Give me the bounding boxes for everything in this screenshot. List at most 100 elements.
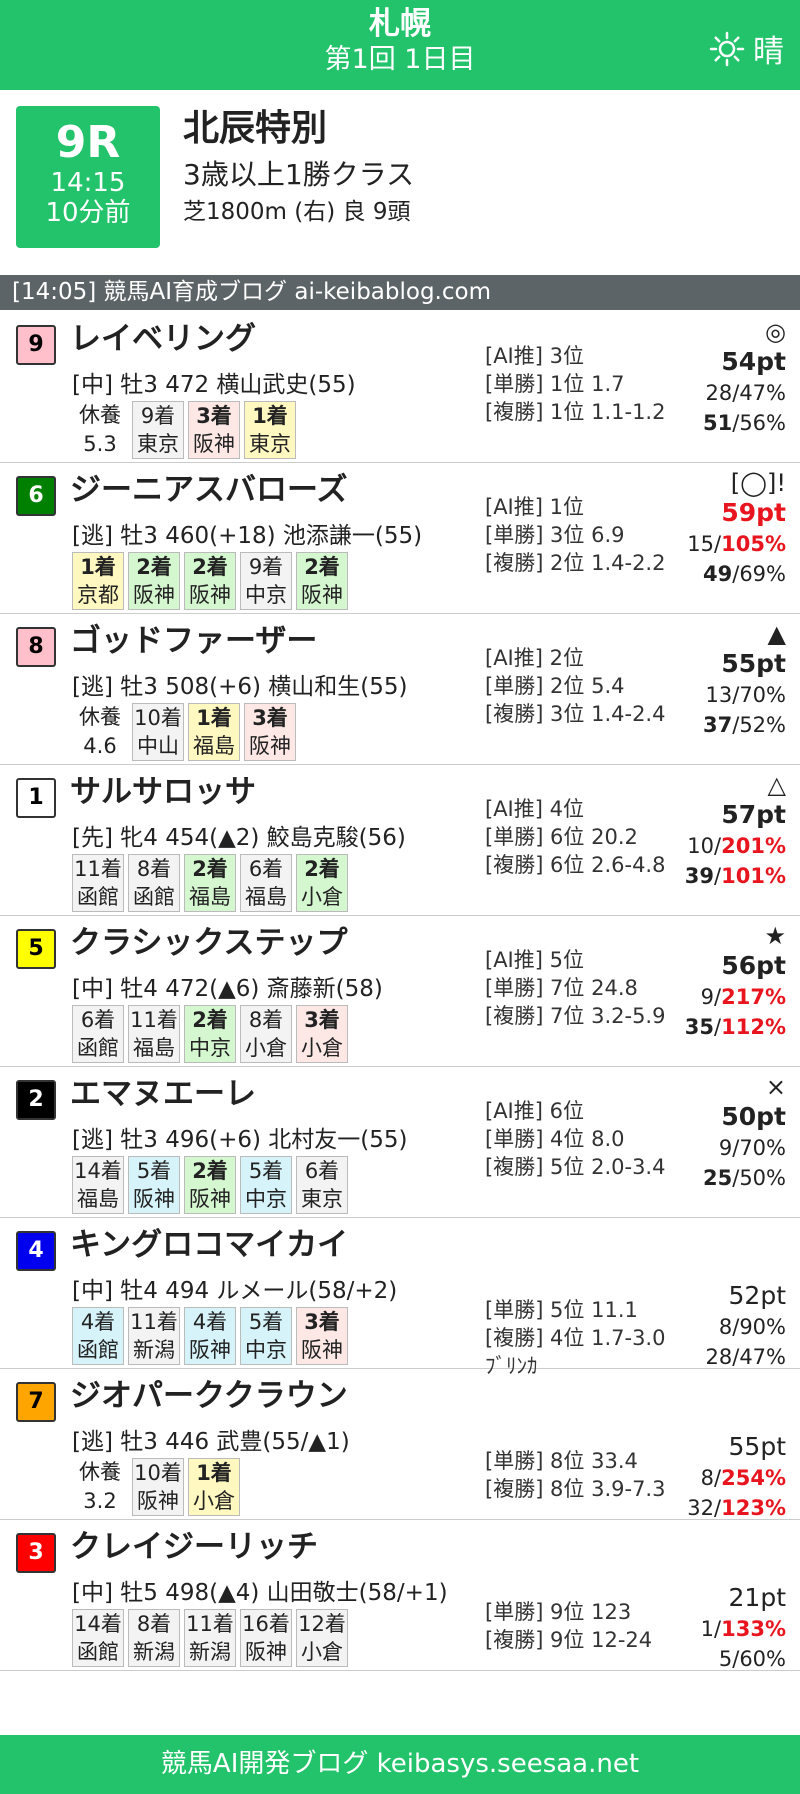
race-history: 11着 函館 8着 函館 2着 福島 6着 福島 2着 小倉	[72, 854, 348, 912]
history-track: 阪神	[189, 583, 231, 607]
prediction-mark	[701, 1554, 786, 1582]
horse-info: [逃] 牡3 508(+6) 横山和生(55)	[72, 674, 408, 700]
horse-row[interactable]: 3 クレイジーリッチ [中] 牡5 498(▲4) 山田敬士(58/+1) 14着 函館…	[0, 1520, 800, 1671]
win-rate: 28/47%	[705, 381, 787, 405]
odds-block: [単勝] 5位 11.1 [複勝] 4位 1.7-3.0 ﾌﾞﾘﾝｶ	[485, 1296, 665, 1380]
win-rate: 1/133%	[700, 1617, 786, 1641]
rest-text: 5.3	[83, 432, 117, 456]
horse-number-badge: 5	[16, 929, 56, 969]
prediction-mark: ★	[764, 922, 786, 950]
history-track: 小倉	[301, 1640, 343, 1664]
history-cell: 6着 函館	[72, 1005, 124, 1063]
history-track: 中京	[245, 1187, 287, 1211]
odds-line: [複勝] 6位 2.6-4.8	[485, 853, 666, 877]
horse-name[interactable]: サルサロッサ	[70, 771, 256, 813]
odds-line: [単勝] 3位 6.9	[485, 523, 625, 547]
horse-row[interactable]: 6 ジーニアスバローズ [逃] 牡3 460(+18) 池添謙一(55) 1着 京都 2着…	[0, 463, 800, 614]
horse-name[interactable]: キングロコマイカイ	[70, 1224, 348, 1266]
history-place: 3着	[196, 404, 232, 428]
score-points: 54pt	[721, 347, 786, 376]
horse-row[interactable]: 1 サルサロッサ [先] 牝4 454(▲2) 鮫島克駿(56) 11着 函館 8着 函館 2…	[0, 765, 800, 916]
horse-name[interactable]: エマヌエーレ	[70, 1073, 256, 1115]
odds-line: [AI推] 5位	[485, 948, 584, 972]
horse-name[interactable]: レイベリング	[70, 318, 256, 360]
odds-line: [単勝] 2位 5.4	[485, 674, 625, 698]
horse-info: [逃] 牡3 446 武豊(55/▲1)	[72, 1429, 350, 1455]
win-rate: 9/70%	[718, 1136, 786, 1160]
race-history: 14着 函館 8着 新潟 11着 新潟 16着 阪神 12着 小倉	[72, 1609, 348, 1667]
history-cell: 3着 阪神	[244, 703, 296, 761]
weather-label: 晴	[753, 34, 784, 70]
history-track: 阪神	[301, 583, 343, 607]
horse-row[interactable]: 2 エマヌエーレ [逃] 牡3 496(+6) 北村友一(55) 14着 福島 5着 阪神 2…	[0, 1067, 800, 1218]
horse-row[interactable]: 9 レイベリング [中] 牡3 472 横山武史(55) 休養 5.3 9着 東京 3着 阪神 1…	[0, 312, 800, 463]
history-place: 1着	[252, 404, 288, 428]
history-place: 11着	[130, 1310, 178, 1334]
horse-row[interactable]: 5 クラシックステップ [中] 牡4 472(▲6) 斎藤新(58) 6着 函館 11着福…	[0, 916, 800, 1067]
horse-name[interactable]: クレイジーリッチ	[70, 1526, 318, 1568]
odds-line: [単勝] 6位 20.2	[485, 825, 638, 849]
history-track: 福島	[245, 885, 287, 909]
odds-line: [複勝] 8位 3.9-7.3	[485, 1477, 666, 1501]
history-cell: 9着 中京	[240, 552, 292, 610]
odds-block: [単勝] 9位 123 [複勝] 9位 12-24	[485, 1598, 652, 1654]
score-points: 55pt	[728, 1432, 786, 1461]
history-track: 函館	[77, 1338, 119, 1362]
prediction-mark	[687, 1403, 786, 1431]
history-track: 中山	[137, 734, 179, 758]
horse-info: [先] 牝4 454(▲2) 鮫島克駿(56)	[72, 825, 406, 851]
history-place: 1着	[196, 1461, 232, 1485]
odds-line: [AI推] 4位	[485, 797, 584, 821]
horse-row[interactable]: 7 ジオパーククラウン [逃] 牡3 446 武豊(55/▲1) 休養 3.2 10着 阪神…	[0, 1369, 800, 1520]
history-cell: 1着 京都	[72, 552, 124, 610]
footer-link[interactable]: 競馬AI開発ブログ keibasys.seesaa.net	[0, 1735, 800, 1794]
race-time: 14:15	[50, 168, 126, 198]
history-track: 小倉	[301, 885, 343, 909]
odds-line: [単勝] 7位 24.8	[485, 976, 638, 1000]
place-rate: 35/112%	[684, 1015, 786, 1039]
score-points: 21pt	[728, 1583, 786, 1612]
history-track: 東京	[137, 432, 179, 456]
horse-name[interactable]: クラシックステップ	[70, 922, 347, 964]
history-cell: 10着 阪神	[132, 1458, 184, 1516]
history-cell: 5着 阪神	[128, 1156, 180, 1214]
history-track: 東京	[249, 432, 291, 456]
horse-row[interactable]: 8 ゴッドファーザー [逃] 牡3 508(+6) 横山和生(55) 休養 4.6 10着…	[0, 614, 800, 765]
history-track: 中京	[189, 1036, 231, 1060]
horse-name[interactable]: ジーニアスバローズ	[70, 469, 347, 511]
history-track: 新潟	[189, 1640, 231, 1664]
race-summary: 9R 14:15 10分前 北辰特別 3歳以上1勝クラス 芝1800m (右) …	[0, 90, 800, 266]
history-cell: 1着 福島	[188, 703, 240, 761]
history-cell: 4着 函館	[72, 1307, 124, 1365]
horse-row[interactable]: 4 キングロコマイカイ [中] 牡4 494 ルメール(58/+2) 4着 函館 11着新…	[0, 1218, 800, 1378]
odds-line: [複勝] 3位 1.4-2.4	[485, 702, 666, 726]
history-place: 2着	[192, 857, 228, 881]
history-place: 2着	[304, 555, 340, 579]
place-rate: 5/60%	[718, 1647, 786, 1671]
horse-number-badge: 9	[16, 325, 56, 365]
history-cell: 3着 阪神	[296, 1307, 348, 1365]
place-rate: 51/56%	[703, 411, 786, 435]
history-place: 8着	[136, 1612, 172, 1636]
source-bar[interactable]: [14:05] 競馬AI育成ブログ ai-keibablog.com	[0, 275, 800, 310]
horse-info: [中] 牡5 498(▲4) 山田敬士(58/+1)	[72, 1580, 448, 1606]
odds-line: [複勝] 9位 12-24	[485, 1628, 653, 1652]
history-place: 10着	[134, 1461, 182, 1485]
odds-line: [AI推] 2位	[485, 646, 584, 670]
score-block: 55pt 8/254% 32/123%	[687, 1403, 786, 1523]
history-track: 福島	[133, 1036, 175, 1060]
history-cell: 2着 阪神	[184, 552, 236, 610]
horse-info: [中] 牡4 494 ルメール(58/+2)	[72, 1278, 398, 1304]
odds-line: [単勝] 5位 11.1	[485, 1298, 638, 1322]
history-place: 11着	[186, 1612, 234, 1636]
history-place: 8着	[248, 1008, 284, 1032]
score-points: 59pt	[721, 498, 786, 527]
history-cell: 2着 阪神	[184, 1156, 236, 1214]
horse-name[interactable]: ジオパーククラウン	[70, 1375, 348, 1417]
history-cell: 8着 小倉	[240, 1005, 292, 1063]
horse-name[interactable]: ゴッドファーザー	[70, 620, 317, 662]
history-track: 中京	[245, 1338, 287, 1362]
score-points: 56pt	[721, 951, 786, 980]
history-place: 6着	[80, 1008, 116, 1032]
history-cell: 9着 東京	[132, 401, 184, 459]
